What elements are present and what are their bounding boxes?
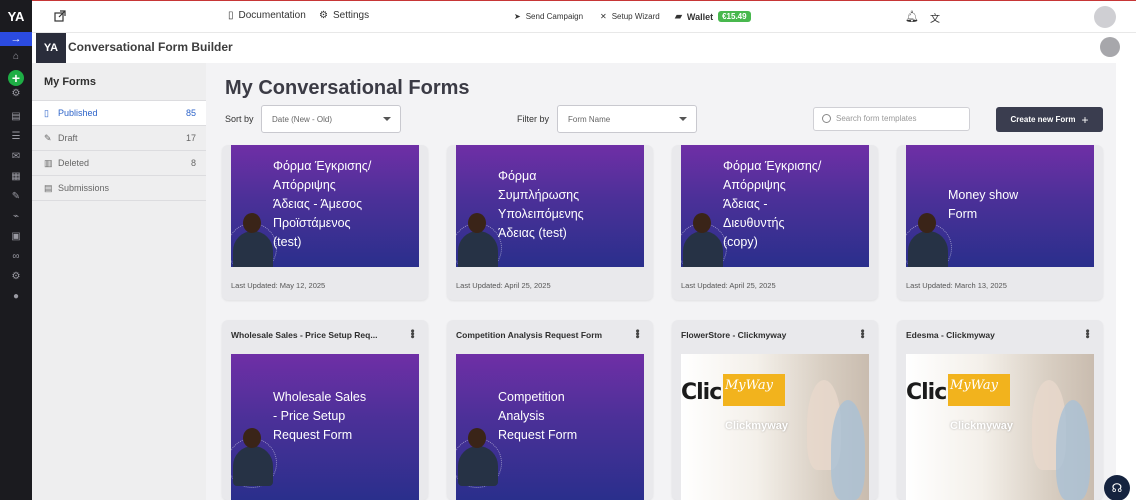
chart-icon[interactable]: ▦: [0, 166, 32, 186]
wrench-icon: ✕: [600, 12, 607, 21]
bookmark-icon: ▯: [228, 10, 234, 21]
filter-label: Filter by: [517, 114, 550, 124]
person-image: [231, 426, 277, 488]
profile-avatar[interactable]: [1100, 37, 1120, 57]
wallet-balance-badge: €15.49: [718, 11, 751, 22]
top-bar: ▯ Documentation ⚙ Settings ➤ Send Campai…: [32, 0, 1136, 33]
add-icon[interactable]: +: [8, 70, 24, 86]
app-header: YA Conversational Form Builder: [32, 33, 1136, 63]
form-thumbnail: Click MyWay Clickmyway: [906, 354, 1094, 500]
wallet-link[interactable]: ▰ Wallet €15.49: [675, 11, 751, 22]
form-card[interactable]: Money show Form Last Updated: March 13, …: [897, 145, 1103, 300]
form-thumbnail: Click MyWay Clickmyway: [681, 354, 869, 500]
list-icon[interactable]: ☰: [0, 126, 32, 146]
sort-label: Sort by: [225, 114, 254, 124]
left-rail: YA → ⌂ + ⚙ ▤ ☰ ✉ ▦ ✎ ⌁ ▣ ∞ ⚙ ●: [0, 0, 32, 500]
link-icon[interactable]: ∞: [0, 246, 32, 266]
filter-select[interactable]: Form Name: [557, 105, 697, 133]
card-title: Competition Analysis Request Form: [456, 330, 603, 340]
form-thumbnail: Φόρμα Έγκρισης/ Απόρριψης Άδειας - Άμεσο…: [231, 145, 419, 267]
briefcase-icon[interactable]: ▣: [0, 226, 32, 246]
form-thumbnail: Wholesale Sales - Price Setup Request Fo…: [231, 354, 419, 500]
send-campaign-link[interactable]: ➤ Send Campaign: [514, 12, 583, 21]
person-image: [456, 426, 502, 488]
dashboard-icon[interactable]: ▤: [0, 106, 32, 126]
gear-icon: ⚙: [319, 10, 328, 21]
app-logo: YA: [36, 33, 66, 63]
sidebar-item-deleted[interactable]: ▥ Deleted 8: [32, 151, 206, 176]
forms-sidebar: My Forms ▯ Published 85 ✎ Draft 17 ▥ Del…: [32, 63, 206, 500]
person-image: [681, 211, 727, 267]
person-image: [906, 211, 952, 267]
megaphone-icon[interactable]: ✉: [0, 146, 32, 166]
user-icon[interactable]: ●: [0, 286, 32, 306]
chat-icon[interactable]: ✎: [0, 186, 32, 206]
form-thumbnail: Φόρμα Έγκρισης/ Απόρριψης Άδειας - Διευθ…: [681, 145, 869, 267]
card-title: Edesma - Clickmyway: [906, 330, 995, 340]
main-content: My Conversational Forms Sort by Date (Ne…: [206, 63, 1116, 500]
last-updated: Last Updated: March 13, 2025: [906, 281, 1007, 290]
search-input[interactable]: Search form templates: [813, 107, 970, 131]
sort-select[interactable]: Date (New - Old): [261, 105, 401, 133]
more-options-icon[interactable]: •••: [406, 329, 418, 338]
gear-small-icon[interactable]: ⚙: [0, 86, 32, 100]
sidebar-item-draft[interactable]: ✎ Draft 17: [32, 126, 206, 151]
form-card[interactable]: FlowerStore - Clickmyway ••• Click MyWay…: [672, 320, 878, 500]
rail-logo-icon[interactable]: YA: [0, 0, 32, 32]
more-options-icon[interactable]: •••: [631, 329, 643, 338]
form-card[interactable]: Φόρμα Έγκρισης/ Απόρριψης Άδειας - Διευθ…: [672, 145, 878, 300]
last-updated: Last Updated: April 25, 2025: [456, 281, 551, 290]
create-form-button[interactable]: Create new Form +: [996, 107, 1103, 132]
form-thumbnail: Money show Form: [906, 145, 1094, 267]
setup-wizard-link[interactable]: ✕ Setup Wizard: [600, 12, 660, 21]
person-image: [231, 211, 277, 267]
documentation-link[interactable]: ▯ Documentation: [228, 10, 306, 21]
send-icon: ➤: [514, 12, 521, 21]
chevron-down-icon: [679, 117, 687, 121]
translate-icon[interactable]: 文: [930, 10, 940, 25]
search-icon: [822, 114, 831, 123]
form-card[interactable]: Competition Analysis Request Form ••• Co…: [447, 320, 653, 500]
form-thumbnail: Φόρμα Συμπλήρωσης Υπολειπόμενης Άδειας (…: [456, 145, 644, 267]
sidebar-item-submissions[interactable]: ▤ Submissions: [32, 176, 206, 201]
sidebar-item-published[interactable]: ▯ Published 85: [32, 101, 206, 126]
last-updated: Last Updated: May 12, 2025: [231, 281, 326, 290]
page-title: My Conversational Forms: [225, 77, 470, 99]
plus-icon: +: [1081, 112, 1089, 127]
form-card[interactable]: Wholesale Sales - Price Setup Req... •••…: [222, 320, 428, 500]
bookmark-icon: ▯: [44, 107, 49, 118]
person-image: [456, 211, 502, 267]
form-card[interactable]: Edesma - Clickmyway ••• Click MyWay Clic…: [897, 320, 1103, 500]
form-card[interactable]: Φόρμα Συμπλήρωσης Υπολειπόμενης Άδειας (…: [447, 145, 653, 300]
support-headset-icon[interactable]: ☊: [1104, 475, 1130, 500]
card-title: Wholesale Sales - Price Setup Req...: [231, 330, 378, 340]
sidebar-header: My Forms: [32, 63, 206, 101]
home-icon[interactable]: ⌂: [0, 46, 32, 66]
bell-icon[interactable]: 🔔︎: [905, 10, 919, 23]
form-thumbnail: Competition Analysis Request Form: [456, 354, 644, 500]
settings-icon[interactable]: ⚙: [0, 266, 32, 286]
external-link-icon[interactable]: [54, 10, 66, 22]
clipboard-icon: ▤: [44, 182, 53, 193]
more-options-icon[interactable]: •••: [856, 329, 868, 338]
app-title: Conversational Form Builder: [68, 40, 233, 54]
user-avatar[interactable]: [1094, 6, 1116, 28]
chevron-down-icon: [383, 117, 391, 121]
wallet-icon: ▰: [675, 11, 682, 21]
analytics-icon[interactable]: ⌁: [0, 206, 32, 226]
last-updated: Last Updated: April 25, 2025: [681, 281, 776, 290]
form-card[interactable]: Φόρμα Έγκρισης/ Απόρριψης Άδειας - Άμεσο…: [222, 145, 428, 300]
card-title: FlowerStore - Clickmyway: [681, 330, 787, 340]
expand-arrow-icon[interactable]: →: [0, 32, 32, 46]
pencil-icon: ✎: [44, 132, 52, 143]
more-options-icon[interactable]: •••: [1081, 329, 1093, 338]
trash-icon: ▥: [44, 157, 53, 168]
settings-link[interactable]: ⚙ Settings: [319, 10, 369, 21]
